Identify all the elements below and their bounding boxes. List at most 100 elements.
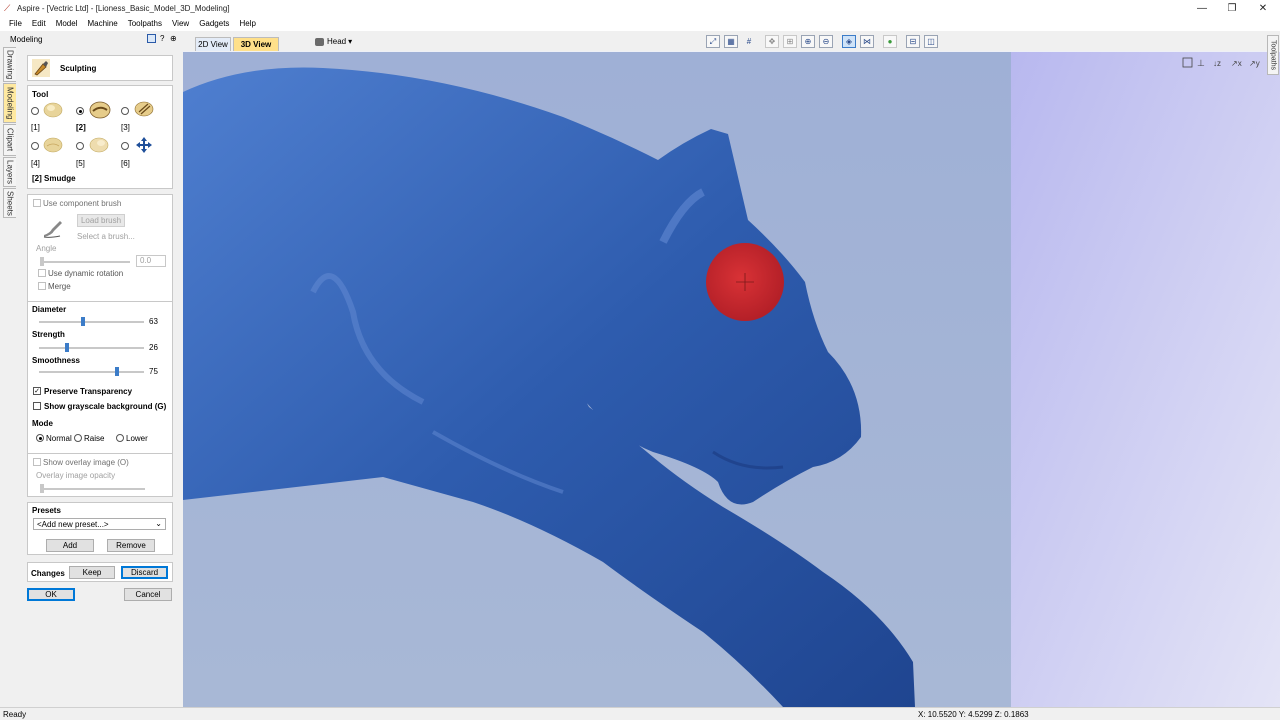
close-button[interactable]: ✕ — [1247, 0, 1279, 16]
sculpt-view-icon[interactable]: ◈ — [842, 35, 856, 48]
show-overlay-label: Show overlay image (O) — [43, 458, 129, 467]
zoom-fit-icon[interactable]: ⤢ — [706, 35, 720, 48]
mode-normal-radio[interactable] — [36, 434, 44, 442]
angle-input[interactable]: 0.0 — [136, 255, 166, 267]
menu-help[interactable]: Help — [234, 19, 260, 28]
overlay-group: Show overlay image (O) Overlay image opa… — [27, 453, 173, 497]
use-component-brush-checkbox[interactable] — [33, 199, 41, 207]
tab-toolpaths[interactable]: Toolpaths — [1267, 35, 1279, 75]
smoothness-slider-thumb[interactable] — [114, 367, 119, 376]
mode-lower-radio[interactable] — [116, 434, 124, 442]
diameter-value: 63 — [149, 317, 158, 326]
grayscale-background-label: Show grayscale background (G) — [44, 402, 167, 411]
brush-icon — [43, 221, 62, 238]
grid-icon[interactable]: # — [742, 35, 756, 48]
preset-dropdown[interactable]: <Add new preset...> ⌄ — [33, 518, 166, 530]
application-window: ⟋ Aspire - [Vectric Ltd] - [Lioness_Basi… — [0, 0, 1280, 720]
zoom-box-icon[interactable]: ▦ — [724, 35, 738, 48]
tab-layers[interactable]: Layers — [3, 157, 16, 187]
tool-5-radio[interactable] — [76, 142, 84, 150]
overlay-opacity-track[interactable] — [41, 488, 145, 490]
strength-slider-track[interactable] — [39, 347, 144, 349]
wireframe-icon[interactable]: ⋈ — [860, 35, 874, 48]
strength-slider-thumb[interactable] — [65, 343, 70, 352]
tool-2-radio[interactable] — [76, 107, 84, 115]
head-dropdown[interactable]: Head ▾ — [315, 37, 352, 46]
zoom-extents-icon[interactable]: ⊞ — [783, 35, 797, 48]
pin-panel-icon[interactable] — [147, 34, 156, 43]
autohide-pin-icon[interactable]: ⊕ — [170, 34, 177, 43]
split-vertical-icon[interactable]: ◫ — [924, 35, 938, 48]
tool-5-icon[interactable] — [89, 137, 109, 153]
svg-text:↗x: ↗x — [1231, 59, 1242, 68]
menu-view[interactable]: View — [167, 19, 194, 28]
pan-icon[interactable]: ✥ — [765, 35, 779, 48]
tool-4-radio[interactable] — [31, 142, 39, 150]
tool-3-radio[interactable] — [121, 107, 129, 115]
add-preset-button[interactable]: Add — [46, 539, 94, 552]
menu-file[interactable]: File — [4, 19, 27, 28]
side-tabs: Drawing Modeling Clipart Layers Sheets — [3, 47, 16, 219]
overlay-opacity-thumb[interactable] — [40, 484, 44, 493]
current-tool-label: [2] Smudge — [32, 174, 76, 183]
angle-slider-track[interactable] — [42, 261, 130, 263]
diameter-slider-thumb[interactable] — [81, 317, 86, 326]
tab-drawing[interactable]: Drawing — [3, 47, 16, 82]
help-icon[interactable]: ? — [160, 34, 164, 43]
merge-checkbox[interactable] — [38, 282, 46, 290]
panel-title: Modeling — [10, 34, 43, 44]
diameter-slider-track[interactable] — [39, 321, 144, 323]
menu-edit[interactable]: Edit — [27, 19, 51, 28]
tab-sheets[interactable]: Sheets — [3, 188, 16, 218]
tool-heading: Tool — [32, 90, 49, 99]
preserve-transparency-checkbox[interactable]: ✓ — [33, 387, 41, 395]
menu-bar: File Edit Model Machine Toolpaths View G… — [0, 16, 1280, 31]
menu-toolpaths[interactable]: Toolpaths — [123, 19, 167, 28]
discard-button[interactable]: Discard — [121, 566, 168, 579]
cancel-button[interactable]: Cancel — [124, 588, 172, 601]
status-bar: Ready X: 10.5520 Y: 4.5299 Z: 0.1863 — [0, 707, 1280, 720]
tool-4-icon[interactable] — [43, 137, 63, 153]
smudge-tool-icon[interactable] — [89, 101, 111, 119]
zoom-in-icon[interactable]: ⊕ — [801, 35, 815, 48]
remove-preset-button[interactable]: Remove — [107, 539, 155, 552]
dynamic-rotation-checkbox[interactable] — [38, 269, 46, 277]
keep-button[interactable]: Keep — [69, 566, 115, 579]
menu-gadgets[interactable]: Gadgets — [194, 19, 234, 28]
shading-icon[interactable]: ● — [883, 35, 897, 48]
show-overlay-checkbox[interactable] — [33, 458, 41, 466]
svg-text:↗y: ↗y — [1249, 59, 1260, 68]
smoothness-slider-track[interactable] — [39, 371, 144, 373]
minimize-button[interactable]: — — [1186, 0, 1218, 16]
3d-viewport[interactable]: ⊥ ↓z ↗x ↗y — [183, 52, 1280, 707]
tab-2d-view[interactable]: 2D View — [195, 37, 231, 51]
view-area: 2D View 3D View Head ▾ ⤢ ▦ # ✥ ⊞ ⊕ ⊖ ◈ ⋈… — [183, 31, 1280, 707]
camera-icon — [315, 37, 324, 46]
tab-3d-view[interactable]: 3D View — [233, 37, 279, 51]
ok-button[interactable]: OK — [27, 588, 75, 601]
angle-slider-thumb[interactable] — [40, 257, 44, 266]
menu-model[interactable]: Model — [51, 19, 83, 28]
tool-1-radio[interactable] — [31, 107, 39, 115]
tool-5-label: [5] — [76, 159, 85, 168]
lioness-model-view[interactable]: ⊥ ↓z ↗x ↗y — [183, 52, 1280, 707]
mode-raise-radio[interactable] — [74, 434, 82, 442]
load-brush-button[interactable]: Load brush — [77, 214, 125, 227]
tab-modeling[interactable]: Modeling — [3, 83, 16, 123]
move-arrows-icon[interactable] — [135, 136, 153, 154]
tool-6-radio[interactable] — [121, 142, 129, 150]
preserve-transparency-label: Preserve Transparency — [44, 387, 133, 396]
aspire-logo-icon: ⟋ — [4, 2, 11, 13]
split-horizontal-icon[interactable]: ⊟ — [906, 35, 920, 48]
zoom-out-icon[interactable]: ⊖ — [819, 35, 833, 48]
menu-machine[interactable]: Machine — [82, 19, 122, 28]
mode-lower-label: Lower — [126, 434, 148, 443]
chevron-down-icon: ⌄ — [155, 519, 162, 528]
tool-3-icon[interactable] — [134, 101, 154, 117]
smoothness-label: Smoothness — [32, 356, 81, 365]
tool-1-icon[interactable] — [43, 102, 63, 118]
grayscale-background-checkbox[interactable] — [33, 402, 41, 410]
tool-4-label: [4] — [31, 159, 40, 168]
tab-clipart[interactable]: Clipart — [3, 124, 16, 156]
restore-button[interactable]: ❐ — [1216, 0, 1248, 16]
